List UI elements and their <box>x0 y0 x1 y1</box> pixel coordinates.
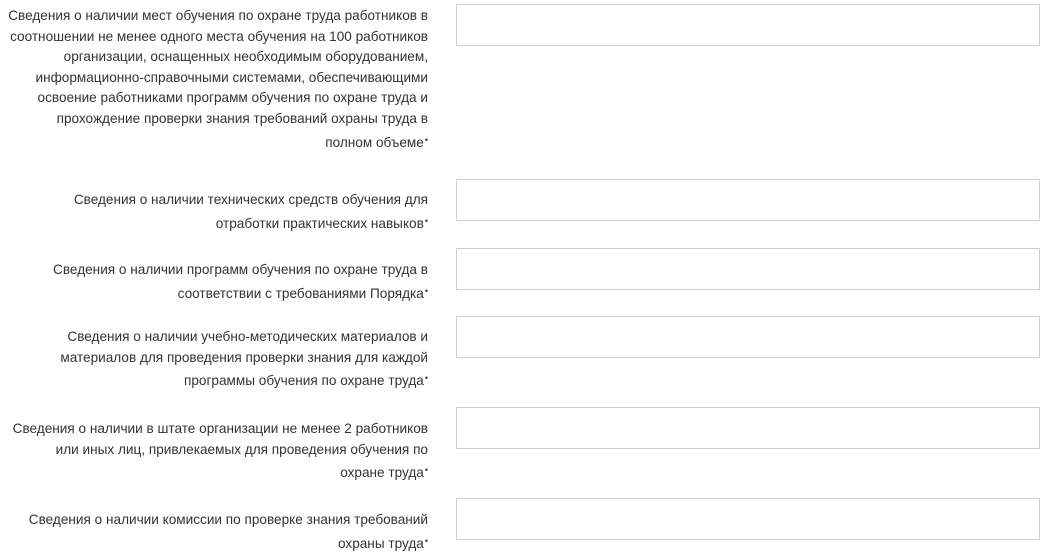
field-label-training-programs: Сведения о наличии программ обучения по … <box>8 260 428 304</box>
required-marker: • <box>424 215 428 226</box>
training-places-input[interactable] <box>456 4 1040 46</box>
field-label-methodical-materials: Сведения о наличии учебно-методических м… <box>8 327 428 392</box>
training-programs-input[interactable] <box>456 248 1040 290</box>
methodical-materials-input[interactable] <box>456 316 1040 358</box>
field-label-text: Сведения о наличии в штате организации н… <box>12 421 428 481</box>
field-label-text: Сведения о наличии программ обучения по … <box>53 262 428 301</box>
required-marker: • <box>424 535 428 546</box>
staff-instructors-input[interactable] <box>456 407 1040 449</box>
field-label-text: Сведения о наличии учебно-методических м… <box>60 329 428 389</box>
field-label-text: Сведения о наличии комиссии по проверке … <box>28 512 428 551</box>
required-marker: • <box>424 134 428 145</box>
technical-means-input[interactable] <box>456 179 1040 221</box>
required-marker: • <box>424 465 428 476</box>
field-label-knowledge-commission: Сведения о наличии комиссии по проверке … <box>8 510 428 554</box>
knowledge-commission-input[interactable] <box>456 498 1040 540</box>
field-label-text: Сведения о наличии технических средств о… <box>73 192 428 231</box>
field-label-training-places: Сведения о наличии мест обучения по охра… <box>8 6 428 153</box>
field-label-technical-means: Сведения о наличии технических средств о… <box>8 190 428 234</box>
field-label-text: Сведения о наличии мест обучения по охра… <box>8 8 428 150</box>
field-label-staff-instructors: Сведения о наличии в штате организации н… <box>8 419 428 484</box>
required-marker: • <box>424 373 428 384</box>
required-marker: • <box>424 285 428 296</box>
